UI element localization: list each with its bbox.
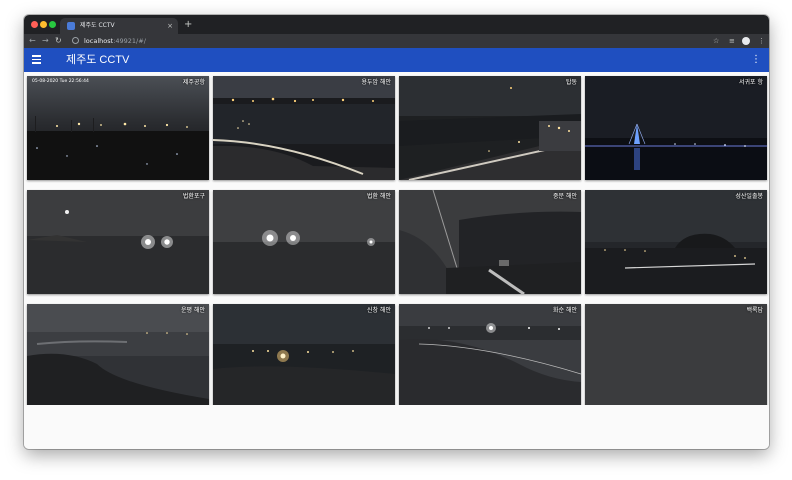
reload-icon[interactable]: ↻ bbox=[55, 34, 62, 48]
camera-label: 용두암 해안 bbox=[361, 79, 391, 86]
camera-feed-image bbox=[399, 190, 581, 294]
camera-label: 서귀포 항 bbox=[739, 79, 763, 86]
browser-toolbar: ← → ↻ localhost:49921/#/ ☆ ≡ ⋮ bbox=[24, 34, 769, 48]
camera-card[interactable]: 신창 해안 bbox=[213, 304, 395, 408]
extensions-icon[interactable]: ≡ bbox=[729, 34, 735, 48]
camera-feed-image bbox=[27, 304, 209, 408]
camera-card[interactable]: 05-08-2020 Tue 22:56:44 제주공항 bbox=[27, 76, 209, 180]
camera-card[interactable]: 용두암 해안 bbox=[213, 76, 395, 180]
tab-title: 제주도 CCTV bbox=[80, 22, 115, 29]
camera-label: 신창 해안 bbox=[367, 307, 391, 314]
maximize-window-icon[interactable] bbox=[49, 21, 56, 28]
camera-feed-image bbox=[399, 76, 581, 180]
url-port-path: :49921/#/ bbox=[113, 37, 146, 45]
new-tab-button[interactable]: + bbox=[184, 18, 192, 32]
empty-content-area bbox=[24, 405, 769, 449]
star-icon[interactable]: ☆ bbox=[713, 34, 719, 48]
camera-timestamp: 05-08-2020 Tue 22:56:44 bbox=[32, 79, 89, 84]
hamburger-icon[interactable] bbox=[32, 55, 41, 65]
more-vert-icon[interactable]: ⋮ bbox=[751, 48, 761, 72]
camera-grid: 05-08-2020 Tue 22:56:44 제주공항 용두암 해안 탑동 서… bbox=[24, 72, 769, 408]
camera-feed-image bbox=[585, 190, 767, 294]
camera-feed-image bbox=[213, 304, 395, 408]
camera-feed-image bbox=[213, 190, 395, 294]
camera-label: 화순 해안 bbox=[553, 307, 577, 314]
camera-label: 성산일출봉 bbox=[735, 193, 763, 200]
camera-label: 운평 해안 bbox=[181, 307, 205, 314]
tab-strip: 제주도 CCTV × + bbox=[24, 15, 769, 34]
camera-card[interactable]: 서귀포 항 bbox=[585, 76, 767, 180]
back-icon[interactable]: ← bbox=[29, 34, 36, 48]
camera-card[interactable]: 법환 해안 bbox=[213, 190, 395, 294]
url-host: localhost bbox=[84, 37, 114, 45]
chrome-menu-icon[interactable]: ⋮ bbox=[758, 34, 765, 48]
app-bar: 제주도 CCTV ⋮ bbox=[24, 48, 769, 72]
app-title: 제주도 CCTV bbox=[66, 54, 130, 66]
browser-tab[interactable]: 제주도 CCTV × bbox=[60, 18, 178, 34]
address-bar[interactable]: localhost:49921/#/ bbox=[84, 34, 146, 48]
close-window-icon[interactable] bbox=[31, 21, 38, 28]
camera-card[interactable]: 탑동 bbox=[399, 76, 581, 180]
camera-label: 탑동 bbox=[565, 79, 577, 86]
camera-card[interactable]: 법환포구 bbox=[27, 190, 209, 294]
camera-card[interactable]: 성산일출봉 bbox=[585, 190, 767, 294]
favicon-icon bbox=[67, 22, 75, 30]
minimize-window-icon[interactable] bbox=[40, 21, 47, 28]
profile-icon[interactable] bbox=[742, 37, 750, 45]
camera-card[interactable]: 화순 해안 bbox=[399, 304, 581, 408]
camera-feed-image bbox=[27, 190, 209, 294]
camera-label: 중문 해안 bbox=[553, 193, 577, 200]
camera-feed-image bbox=[399, 304, 581, 408]
camera-feed-image bbox=[585, 304, 767, 408]
camera-label: 법환 해안 bbox=[367, 193, 391, 200]
camera-feed-image bbox=[213, 76, 395, 180]
camera-label: 백록담 bbox=[746, 307, 763, 314]
camera-label: 법환포구 bbox=[182, 193, 205, 200]
camera-label: 제주공항 bbox=[182, 79, 205, 86]
camera-card[interactable]: 운평 해안 bbox=[27, 304, 209, 408]
browser-window: 제주도 CCTV × + ← → ↻ localhost:49921/#/ ☆ … bbox=[24, 15, 769, 449]
camera-feed-image bbox=[585, 76, 767, 180]
camera-card[interactable]: 중문 해안 bbox=[399, 190, 581, 294]
camera-card[interactable]: 백록담 bbox=[585, 304, 767, 408]
tab-close-icon[interactable]: × bbox=[167, 20, 173, 32]
camera-feed-image bbox=[27, 76, 209, 180]
forward-icon[interactable]: → bbox=[42, 34, 49, 48]
info-icon[interactable] bbox=[72, 37, 79, 44]
